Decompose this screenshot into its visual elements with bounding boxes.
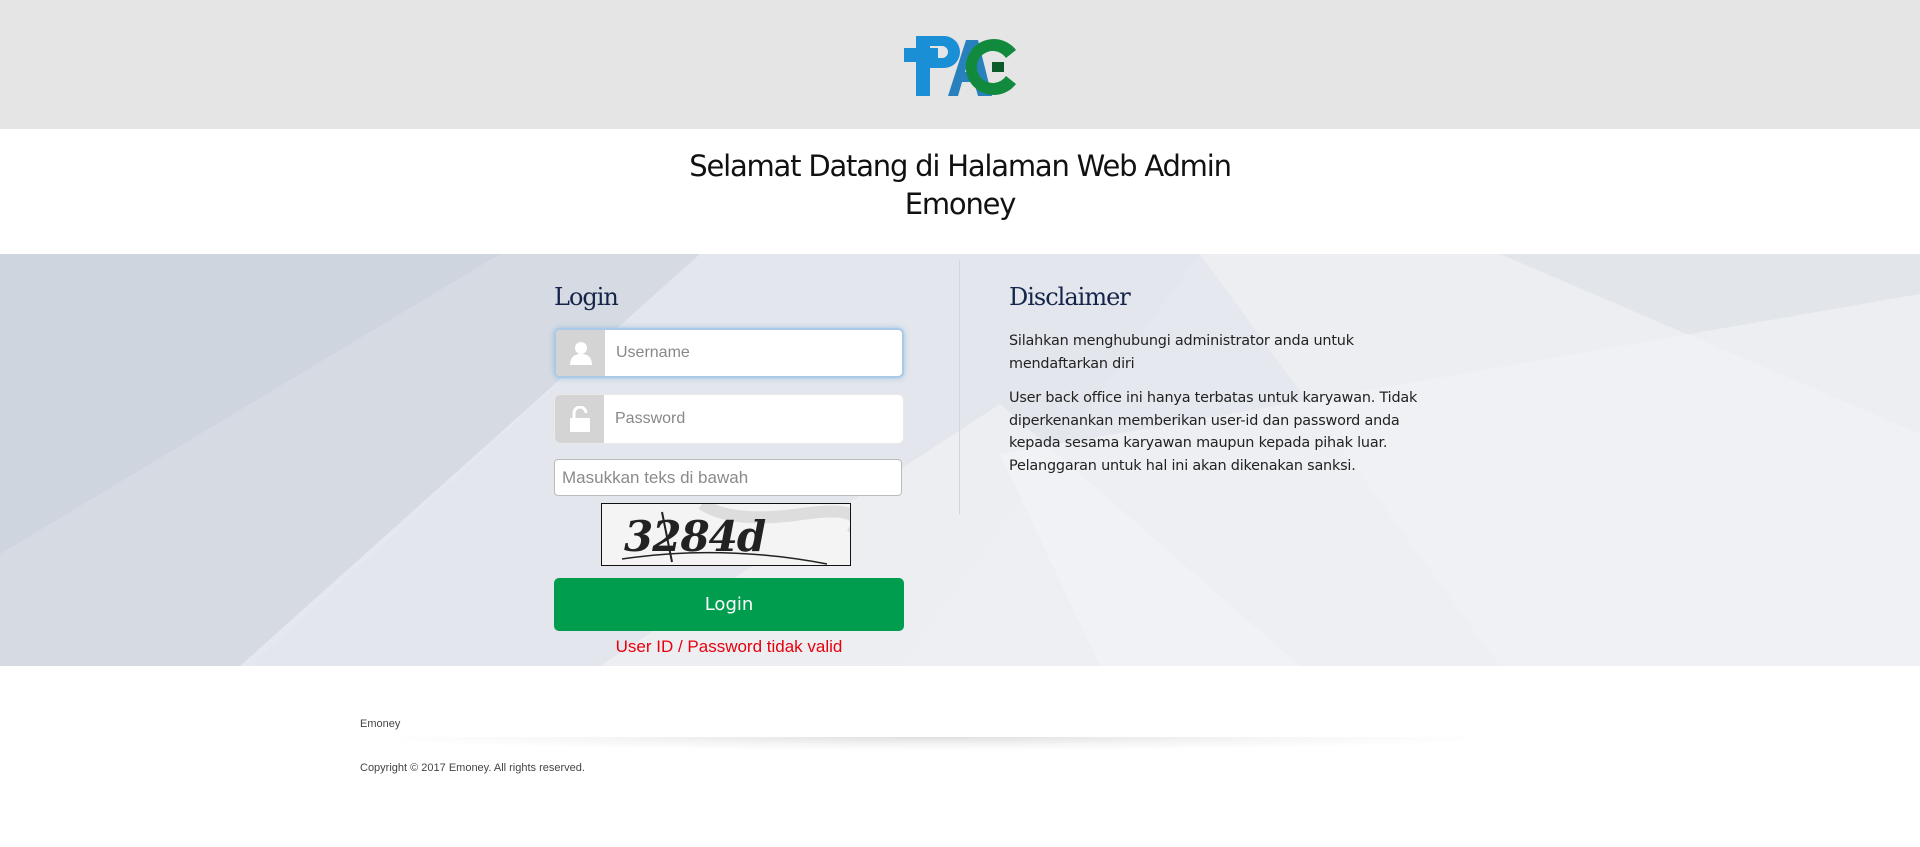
copyright-text: Copyright © 2017 Emoney. All rights rese… — [360, 762, 585, 774]
pac-logo — [904, 36, 1016, 96]
welcome-title-line1: Selamat Datang di Halaman Web Admin — [689, 149, 1232, 183]
error-message: User ID / Password tidak valid — [615, 637, 843, 656]
background-polygons — [0, 254, 1920, 666]
captcha-input[interactable] — [554, 459, 902, 496]
footer-divider — [360, 737, 1510, 751]
captcha-text: 3284d — [624, 512, 766, 561]
user-icon — [556, 330, 605, 376]
username-input[interactable] — [608, 330, 898, 376]
login-heading: Login — [554, 283, 619, 311]
username-field[interactable] — [554, 328, 904, 378]
disclaimer-heading: Disclaimer — [1009, 283, 1131, 311]
lock-icon — [555, 395, 604, 443]
column-divider — [959, 260, 960, 514]
login-button[interactable]: Login — [554, 578, 904, 631]
footer-brand: Emoney — [360, 718, 401, 730]
captcha-image: 3284d — [601, 503, 851, 566]
header-bar — [0, 0, 1920, 129]
disclaimer-paragraph-2: User back office ini hanya terbatas untu… — [1009, 390, 1418, 474]
password-input[interactable] — [607, 395, 897, 443]
welcome-title-line2: Emoney — [904, 187, 1017, 221]
disclaimer-paragraph-1: Silahkan menghubungi administrator anda … — [1009, 333, 1354, 372]
login-band-background — [0, 254, 1920, 666]
password-field[interactable] — [554, 394, 904, 444]
